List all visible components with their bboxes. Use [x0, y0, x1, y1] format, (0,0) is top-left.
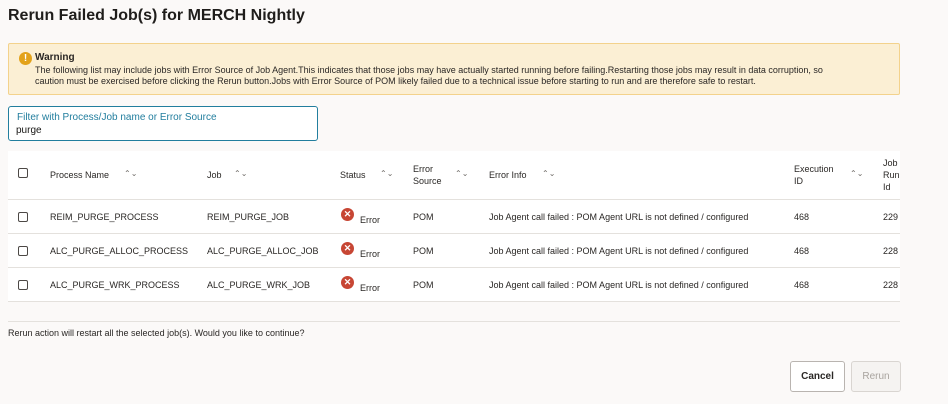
- warning-line-2: caution must be exercised before clickin…: [35, 76, 756, 86]
- error-info-cell: Job Agent call failed : POM Agent URL is…: [489, 280, 749, 290]
- table-row[interactable]: ALC_PURGE_ALLOC_PROCESS ALC_PURGE_ALLOC_…: [8, 234, 900, 268]
- error-source-cell: POM: [413, 212, 434, 222]
- rerun-button[interactable]: Rerun: [851, 361, 901, 392]
- table-row[interactable]: ALC_PURGE_WRK_PROCESS ALC_PURGE_WRK_JOB …: [8, 268, 900, 302]
- filter-input[interactable]: [16, 123, 306, 137]
- header-error-source-line-2: Source: [413, 176, 442, 186]
- jobs-table: Process Name ⌃⌄ Job ⌃⌄ Status ⌃⌄ Error S…: [8, 151, 900, 302]
- header-error-info[interactable]: Error Info: [489, 169, 527, 181]
- table-header: Process Name ⌃⌄ Job ⌃⌄ Status ⌃⌄ Error S…: [8, 151, 900, 200]
- warning-icon: !: [19, 52, 32, 65]
- error-icon: ✕: [341, 276, 354, 289]
- process-name-cell: ALC_PURGE_ALLOC_PROCESS: [50, 246, 189, 256]
- warning-line-1: The following list may include jobs with…: [35, 65, 823, 75]
- header-job-run-id-line-3: Id: [883, 182, 891, 192]
- sort-error-source-icon[interactable]: ⌃⌄: [455, 170, 468, 178]
- warning-message: The following list may include jobs with…: [35, 65, 897, 87]
- job-run-id-cell: 229: [883, 212, 899, 222]
- sort-process-name-icon[interactable]: ⌃⌄: [124, 170, 137, 178]
- select-all-checkbox[interactable]: [18, 168, 28, 178]
- sort-error-info-icon[interactable]: ⌃⌄: [542, 170, 555, 178]
- error-info-cell: Job Agent call failed : POM Agent URL is…: [489, 246, 749, 256]
- header-status[interactable]: Status: [340, 169, 366, 181]
- status-cell: Error: [360, 215, 380, 225]
- header-job-run-id[interactable]: Job Run Id: [883, 157, 900, 193]
- job-run-id-cell: 228: [883, 280, 899, 290]
- confirm-message: Rerun action will restart all the select…: [8, 328, 305, 338]
- header-execution-id-line-1: Execution: [794, 164, 834, 174]
- header-job[interactable]: Job: [207, 169, 222, 181]
- warning-title: Warning: [35, 52, 75, 63]
- row-checkbox[interactable]: [18, 246, 28, 256]
- job-cell: REIM_PURGE_JOB: [207, 212, 290, 222]
- job-run-id-cell: 228: [883, 246, 899, 256]
- header-execution-id-line-2: ID: [794, 176, 803, 186]
- status-cell: Error: [360, 283, 380, 293]
- cancel-button[interactable]: Cancel: [790, 361, 845, 392]
- sort-status-icon[interactable]: ⌃⌄: [380, 170, 393, 178]
- execution-id-cell: 468: [794, 246, 810, 256]
- header-process-name[interactable]: Process Name: [50, 169, 109, 181]
- execution-id-cell: 468: [794, 280, 810, 290]
- header-error-source[interactable]: Error Source: [413, 163, 442, 187]
- row-checkbox[interactable]: [18, 280, 28, 290]
- header-job-run-id-line-1: Job: [883, 158, 898, 168]
- job-cell: ALC_PURGE_WRK_JOB: [207, 280, 311, 290]
- table-row[interactable]: REIM_PURGE_PROCESS REIM_PURGE_JOB ✕ Erro…: [8, 200, 900, 234]
- header-job-run-id-line-2: Run: [883, 170, 900, 180]
- filter-label: Filter with Process/Job name or Error So…: [17, 112, 217, 123]
- error-source-cell: POM: [413, 280, 434, 290]
- job-cell: ALC_PURGE_ALLOC_JOB: [207, 246, 319, 256]
- divider: [8, 321, 900, 322]
- status-cell: Error: [360, 249, 380, 259]
- header-error-source-line-1: Error: [413, 164, 433, 174]
- header-execution-id[interactable]: Execution ID: [794, 163, 834, 187]
- execution-id-cell: 468: [794, 212, 810, 222]
- error-icon: ✕: [341, 208, 354, 221]
- filter-field[interactable]: Filter with Process/Job name or Error So…: [8, 106, 318, 141]
- warning-banner: ! Warning The following list may include…: [8, 43, 900, 95]
- error-icon: ✕: [341, 242, 354, 255]
- error-source-cell: POM: [413, 246, 434, 256]
- process-name-cell: ALC_PURGE_WRK_PROCESS: [50, 280, 180, 290]
- sort-job-icon[interactable]: ⌃⌄: [234, 170, 247, 178]
- sort-execution-id-icon[interactable]: ⌃⌄: [850, 170, 863, 178]
- process-name-cell: REIM_PURGE_PROCESS: [50, 212, 159, 222]
- row-checkbox[interactable]: [18, 212, 28, 222]
- error-info-cell: Job Agent call failed : POM Agent URL is…: [489, 212, 749, 222]
- dialog-title: Rerun Failed Job(s) for MERCH Nightly: [8, 7, 305, 24]
